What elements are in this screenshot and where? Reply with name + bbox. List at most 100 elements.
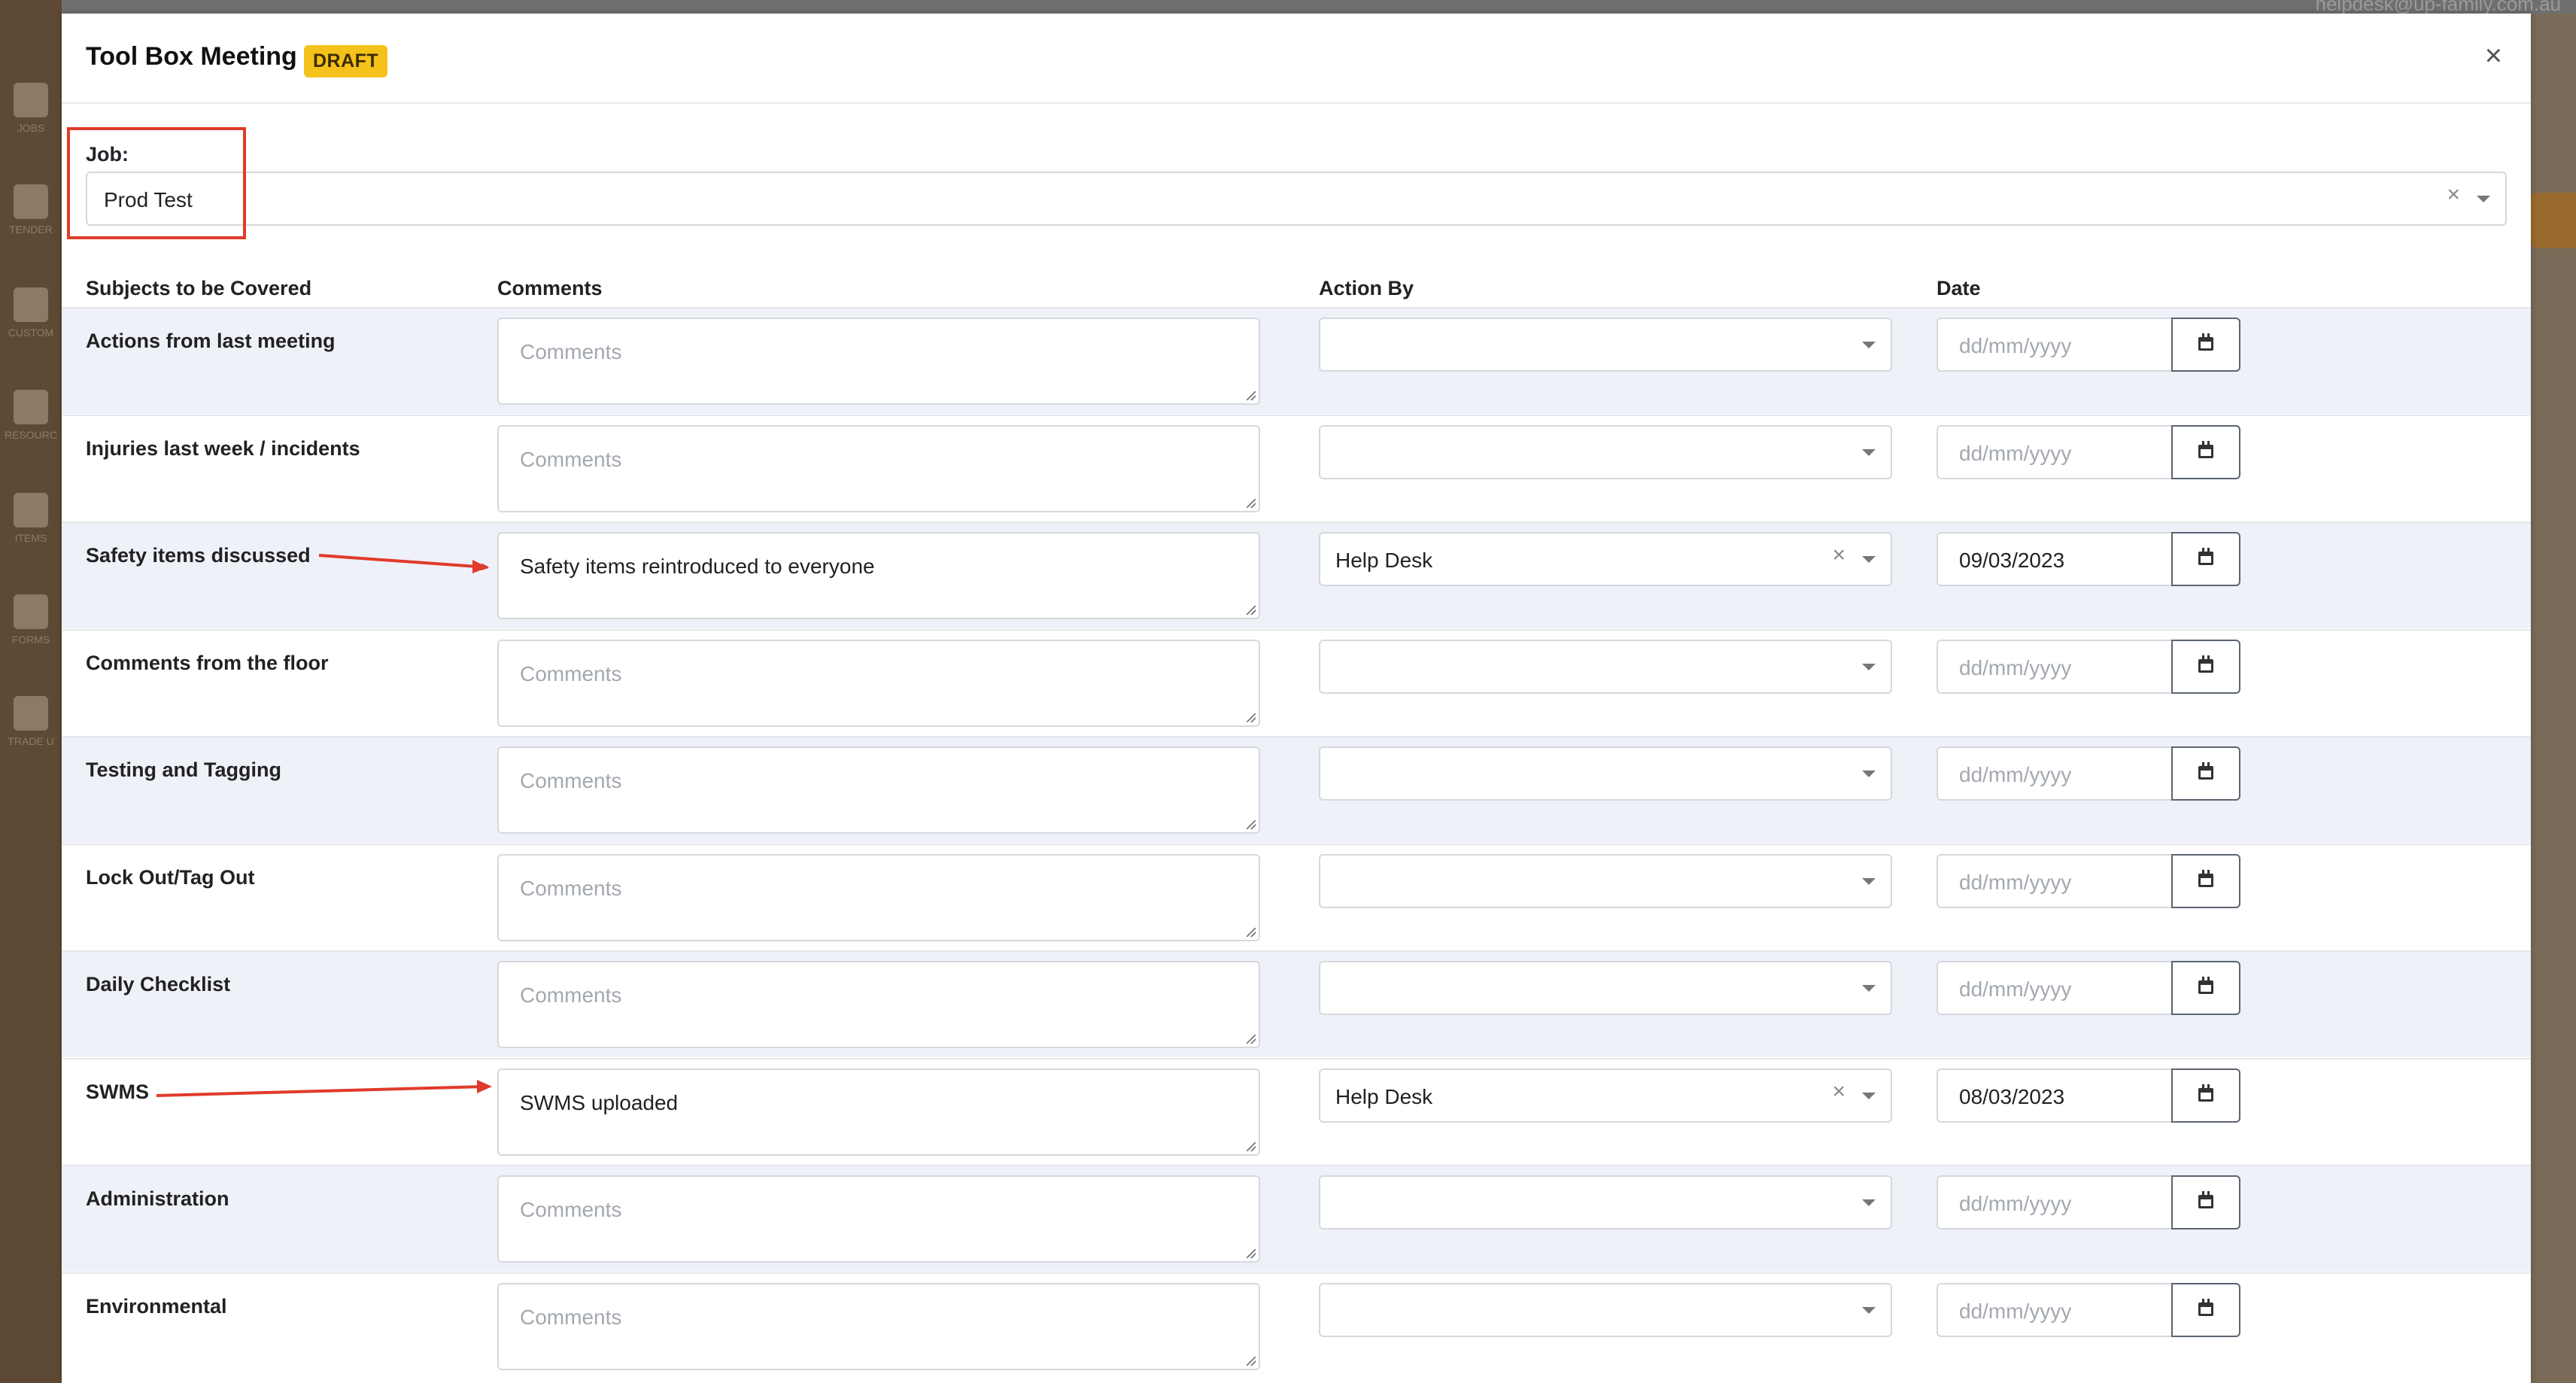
resize-handle-icon[interactable] [1247, 1035, 1256, 1044]
date-placeholder: dd/mm/yyyy [1959, 870, 2072, 894]
column-header-action-by: Action By [1319, 277, 1414, 299]
chevron-down-icon[interactable] [1862, 1199, 1876, 1206]
sidebar-item-label: TRADE U [8, 735, 54, 747]
calendar-button[interactable] [2171, 639, 2240, 694]
calendar-button[interactable] [2171, 853, 2240, 908]
job-select[interactable]: Prod Test × [86, 172, 2507, 226]
action-by-select[interactable] [1319, 1282, 1892, 1337]
date-input[interactable]: 08/03/2023 [1937, 1068, 2171, 1123]
calendar-button[interactable] [2171, 1175, 2240, 1230]
resize-handle-icon[interactable] [1247, 1249, 1256, 1258]
date-placeholder: dd/mm/yyyy [1959, 655, 2072, 679]
action-by-value: Help Desk [1335, 549, 1433, 572]
action-by-select[interactable] [1319, 318, 1892, 372]
chevron-down-icon[interactable] [1862, 1092, 1876, 1099]
date-input[interactable]: dd/mm/yyyy [1937, 1282, 2171, 1337]
subject-label: Actions from last meeting [86, 330, 336, 352]
action-by-clear-icon[interactable]: × [1832, 1079, 1845, 1105]
chevron-down-icon[interactable] [1862, 663, 1876, 670]
action-by-select[interactable] [1319, 639, 1892, 694]
comments-placeholder: Comments [520, 340, 622, 363]
table-row: Safety items discussed Safety items reint… [62, 521, 2531, 628]
resize-handle-icon[interactable] [1247, 1141, 1256, 1151]
table-row: Comments from the floor Comments dd/mm/yyy… [62, 628, 2531, 736]
subject-label: Administration [86, 1187, 229, 1210]
chevron-down-icon[interactable] [1862, 1306, 1876, 1314]
comments-textarea[interactable]: Comments [497, 853, 1260, 941]
resize-handle-icon[interactable] [1247, 1356, 1256, 1366]
resize-handle-icon[interactable] [1247, 391, 1256, 400]
action-by-select[interactable]: Help Desk × [1319, 532, 1892, 586]
comments-textarea[interactable]: Comments [497, 1282, 1260, 1370]
date-input[interactable]: dd/mm/yyyy [1937, 853, 2171, 908]
date-placeholder: dd/mm/yyyy [1959, 441, 2072, 465]
action-by-select[interactable] [1319, 1175, 1892, 1230]
close-icon[interactable]: × [2485, 39, 2502, 73]
comments-textarea[interactable]: Comments [497, 424, 1260, 512]
calendar-button[interactable] [2171, 1282, 2240, 1337]
chevron-down-icon[interactable] [2477, 196, 2490, 202]
calendar-button[interactable] [2171, 961, 2240, 1015]
comments-textarea[interactable]: Safety items reintroduced to everyone [497, 532, 1260, 619]
chevron-down-icon[interactable] [1862, 985, 1876, 992]
calendar-icon [2198, 655, 2213, 673]
calendar-icon [2198, 1191, 2213, 1208]
date-placeholder: dd/mm/yyyy [1959, 1192, 2072, 1215]
action-by-select[interactable] [1319, 424, 1892, 479]
sidebar-item-label: ITEMS [14, 532, 47, 544]
date-input[interactable]: dd/mm/yyyy [1937, 318, 2171, 372]
date-input[interactable]: 09/03/2023 [1937, 532, 2171, 586]
comments-placeholder: Comments [520, 447, 622, 471]
chevron-down-icon[interactable] [1862, 771, 1876, 777]
sidebar-item-label: CUSTOM [8, 327, 54, 339]
date-placeholder: dd/mm/yyyy [1959, 1299, 2072, 1323]
date-input[interactable]: dd/mm/yyyy [1937, 639, 2171, 694]
action-by-select[interactable] [1319, 853, 1892, 908]
sidebar-item-jobs: JOBS [0, 83, 62, 134]
comments-textarea[interactable]: Comments [497, 961, 1260, 1048]
document-icon [14, 184, 48, 219]
calendar-button[interactable] [2171, 424, 2240, 479]
action-by-select[interactable]: Help Desk × [1319, 1068, 1892, 1123]
subject-label: Safety items discussed [86, 544, 311, 567]
chevron-down-icon[interactable] [1862, 448, 1876, 456]
table-row: SWMS SWMS uploaded Help Desk × 08/03/2023 [62, 1057, 2531, 1165]
calendar-button[interactable] [2171, 1068, 2240, 1123]
date-input[interactable]: dd/mm/yyyy [1937, 961, 2171, 1015]
trade-icon [14, 696, 48, 731]
action-by-clear-icon[interactable]: × [1832, 543, 1845, 568]
resize-handle-icon[interactable] [1247, 927, 1256, 937]
chevron-down-icon[interactable] [1862, 556, 1876, 563]
date-input[interactable]: dd/mm/yyyy [1937, 746, 2171, 801]
background-topbar: helpdesk@up-family.com.au [62, 0, 2576, 15]
table-row: Administration Comments dd/mm/yyyy [62, 1165, 2531, 1272]
chevron-down-icon[interactable] [1862, 342, 1876, 348]
comments-textarea[interactable]: Comments [497, 1175, 1260, 1263]
resize-handle-icon[interactable] [1247, 606, 1256, 615]
chevron-down-icon[interactable] [1862, 877, 1876, 885]
resize-handle-icon[interactable] [1247, 820, 1256, 829]
date-input[interactable]: dd/mm/yyyy [1937, 1175, 2171, 1230]
action-by-select[interactable] [1319, 961, 1892, 1015]
comments-textarea[interactable]: Comments [497, 639, 1260, 727]
job-label: Job: [86, 143, 129, 166]
background-sidebar: JOBS TENDER CUSTOM RESOURC ITEMS FORMS T… [0, 0, 62, 1383]
resize-handle-icon[interactable] [1247, 713, 1256, 722]
calendar-button[interactable] [2171, 532, 2240, 586]
date-input[interactable]: dd/mm/yyyy [1937, 424, 2171, 479]
sidebar-item-forms: FORMS [0, 594, 62, 646]
hammer-icon [14, 83, 48, 117]
calendar-icon [2198, 440, 2213, 458]
job-clear-icon[interactable]: × [2447, 182, 2460, 208]
resize-handle-icon[interactable] [1247, 498, 1256, 508]
calendar-button[interactable] [2171, 318, 2240, 372]
subject-label: SWMS [86, 1080, 149, 1103]
calendar-button[interactable] [2171, 746, 2240, 801]
comments-textarea[interactable]: Comments [497, 746, 1260, 834]
comments-textarea[interactable]: SWMS uploaded [497, 1068, 1260, 1156]
table-row: Actions from last meeting Comments dd/mm/y… [62, 307, 2531, 414]
comments-textarea[interactable]: Comments [497, 318, 1260, 405]
action-by-select[interactable] [1319, 746, 1892, 801]
calendar-icon [2198, 1084, 2213, 1102]
sidebar-item-resources: RESOURC [0, 390, 62, 441]
